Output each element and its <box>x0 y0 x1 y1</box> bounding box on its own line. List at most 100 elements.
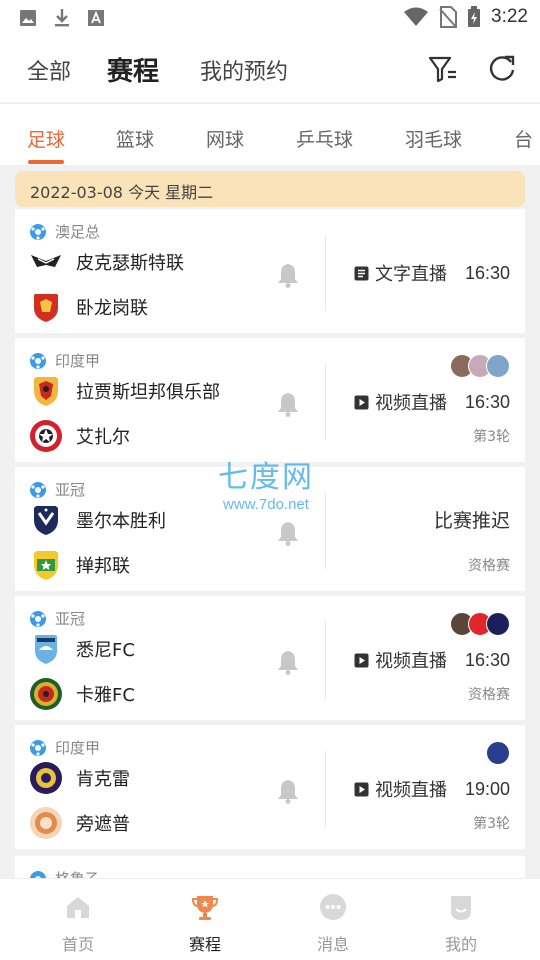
broadcast-label: 文字直播 <box>374 264 447 285</box>
active-tab-indicator <box>28 160 64 164</box>
clock: 3:22 <box>491 6 528 27</box>
home-team-name: 肯克雷 <box>76 769 130 790</box>
away-team-logo <box>34 294 58 322</box>
home-team-logo <box>30 762 62 794</box>
nav-messages-label: 消息 <box>316 935 349 954</box>
league-name: 澳足总 <box>55 223 101 241</box>
avatar <box>486 741 510 765</box>
league-name: 印度甲 <box>55 352 101 370</box>
home-team-name: 墨尔本胜利 <box>76 511 166 532</box>
profile-icon <box>451 896 471 920</box>
sport-tab-table-tennis[interactable]: 乒乓球 <box>296 125 353 152</box>
home-team-name: 皮克瑟斯特联 <box>76 253 184 274</box>
home-team-logo <box>34 377 58 406</box>
refresh-icon[interactable] <box>486 53 518 85</box>
round-label: 资格赛 <box>468 687 510 703</box>
round-label: 资格赛 <box>468 558 510 574</box>
match-card[interactable]: 印度甲 肯克雷 旁遮普 视频直播 19:00 第3轮 <box>15 725 525 849</box>
league-name: 亚冠 <box>55 481 86 499</box>
match-time: 16:30 <box>464 649 510 670</box>
football-icon <box>30 739 46 756</box>
streamer-avatars[interactable] <box>450 612 510 636</box>
football-icon <box>30 352 46 369</box>
nav-messages[interactable]: 消息 <box>293 893 373 955</box>
tab-my-reservations[interactable]: 我的预约 <box>200 54 288 86</box>
nav-profile-label: 我的 <box>444 935 477 954</box>
match-card[interactable]: 澳足总 皮克瑟斯特联 卧龙岗联 文字直播 16:30 <box>15 209 525 333</box>
sport-tab-basketball[interactable]: 篮球 <box>116 125 154 152</box>
live-button[interactable]: 视频直播 19:00 <box>354 776 510 802</box>
nav-home[interactable]: 首页 <box>38 893 118 955</box>
bell-icon[interactable] <box>277 520 299 546</box>
date-text: 2022-03-08 今天 星期二 <box>30 183 214 202</box>
home-icon <box>67 897 89 918</box>
nav-home-label: 首页 <box>61 935 94 954</box>
tab-all[interactable]: 全部 <box>27 54 71 86</box>
football-icon <box>30 610 46 627</box>
bottom-nav: 首页 赛程 消息 我的 <box>0 878 540 960</box>
watermark-url: www.7do.net <box>223 496 309 513</box>
sport-tab-badminton[interactable]: 羽毛球 <box>405 125 462 152</box>
video-live-icon <box>354 395 369 409</box>
home-team-name: 拉贾斯坦邦俱乐部 <box>76 382 220 403</box>
video-live-icon <box>354 782 369 796</box>
avatar <box>486 354 510 378</box>
battery-charging-icon <box>468 6 481 27</box>
home-team-logo <box>35 635 57 664</box>
sport-tab-football[interactable]: 足球 <box>27 125 65 152</box>
broadcast-label: 视频直播 <box>374 780 447 801</box>
away-team-name: 艾扎尔 <box>76 427 130 448</box>
text-live-icon <box>354 266 369 280</box>
home-team-name: 悉尼FC <box>76 640 135 661</box>
date-banner: 2022-03-08 今天 星期二 <box>15 171 525 207</box>
streamer-avatars[interactable] <box>486 741 510 765</box>
match-time: 16:30 <box>464 391 510 412</box>
sport-tab-next[interactable]: 台 <box>514 125 533 152</box>
sport-tab-tennis[interactable]: 网球 <box>206 125 244 152</box>
filter-icon[interactable] <box>427 53 459 85</box>
round-label: 第3轮 <box>473 429 510 445</box>
streamer-avatars[interactable] <box>450 354 510 378</box>
round-label: 第3轮 <box>473 816 510 832</box>
live-button[interactable]: 文字直播 16:30 <box>354 260 510 286</box>
match-time: 19:00 <box>464 778 510 799</box>
league-name: 印度甲 <box>55 739 101 757</box>
match-card[interactable]: 印度甲 拉贾斯坦邦俱乐部 艾扎尔 视频直播 16:30 第3轮 <box>15 338 525 462</box>
away-team-logo <box>30 807 62 839</box>
bell-icon[interactable] <box>277 778 299 804</box>
sport-tabs: 足球 篮球 网球 乒乓球 羽毛球 台 <box>0 103 540 165</box>
nav-schedule-label: 赛程 <box>188 935 221 954</box>
divider <box>325 751 326 827</box>
away-team-name: 卧龙岗联 <box>76 298 148 319</box>
top-nav: 全部 赛程 我的预约 <box>0 36 540 102</box>
video-live-icon <box>354 653 369 667</box>
chat-icon <box>320 894 346 920</box>
away-team-logo <box>34 551 58 580</box>
divider <box>325 364 326 440</box>
away-team-logo <box>30 420 62 452</box>
away-team-name: 卡雅FC <box>76 685 135 706</box>
no-sim-icon <box>439 6 458 28</box>
nav-schedule[interactable]: 赛程 <box>165 893 245 955</box>
broadcast-label: 视频直播 <box>374 393 447 414</box>
live-button[interactable]: 视频直播 16:30 <box>354 647 510 673</box>
broadcast-label: 视频直播 <box>374 651 447 672</box>
divider <box>325 235 326 311</box>
image-notification-icon <box>18 8 38 28</box>
tab-schedule[interactable]: 赛程 <box>107 51 159 88</box>
bell-icon[interactable] <box>277 262 299 288</box>
away-team-name: 掸邦联 <box>76 556 130 577</box>
bell-icon[interactable] <box>277 649 299 675</box>
away-team-name: 旁遮普 <box>76 814 130 835</box>
football-icon <box>30 223 46 240</box>
watermark-title: 七度网 <box>218 460 314 495</box>
home-team-logo <box>31 255 61 267</box>
league-name: 亚冠 <box>55 610 86 628</box>
match-time: 16:30 <box>464 262 510 283</box>
bell-icon[interactable] <box>277 391 299 417</box>
match-card[interactable]: 亚冠 悉尼FC 卡雅FC 视频直播 16:30 资格赛 <box>15 596 525 720</box>
nav-profile[interactable]: 我的 <box>421 893 501 955</box>
divider <box>325 622 326 698</box>
match-status: 比赛推迟 <box>433 510 510 532</box>
live-button[interactable]: 视频直播 16:30 <box>354 389 510 415</box>
